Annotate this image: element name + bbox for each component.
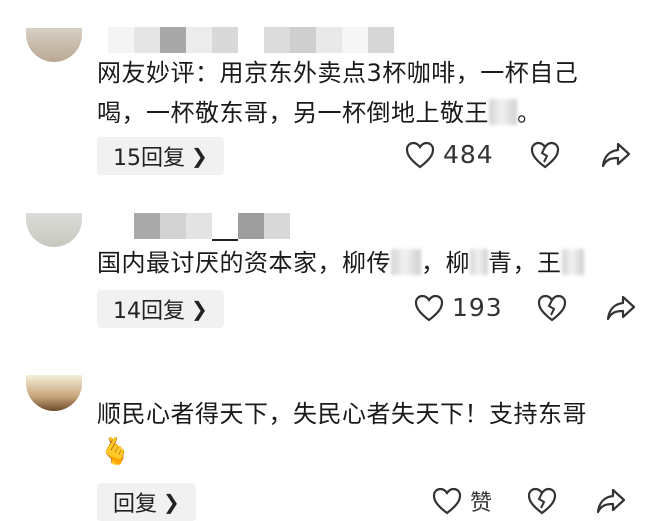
share-button[interactable] [605, 294, 637, 322]
comment-text-part: 青，王 [488, 249, 562, 277]
share-arrow-icon [606, 295, 635, 320]
comment-item: 顺民心者得天下，失民心者失天下！支持东哥 🫰 回复 ❯ 赞 [0, 355, 660, 521]
dislike-button[interactable] [527, 487, 557, 515]
reply-button[interactable]: 14回复 ❯ [97, 290, 224, 328]
share-button[interactable] [595, 487, 627, 515]
like-button[interactable]: 484 [405, 140, 494, 169]
comment-text-part: 顺民心者得天下，失民心者失天下！支持东哥 [97, 400, 587, 428]
share-button[interactable] [600, 141, 632, 169]
dislike-button[interactable] [530, 141, 560, 169]
reply-label: 15回复 [113, 146, 185, 171]
chevron-right-icon: ❯ [191, 297, 208, 321]
comment-text-part: 国内最讨厌的资本家，柳传 [97, 249, 391, 277]
heart-outline-icon [432, 487, 462, 515]
broken-heart-icon [530, 141, 559, 168]
avatar[interactable] [26, 375, 82, 411]
like-count: 193 [452, 293, 503, 322]
reply-label: 14回复 [113, 299, 185, 324]
redaction-blur [470, 249, 488, 275]
comment-text: 国内最讨厌的资本家，柳传 ，柳 青，王 [97, 243, 637, 283]
like-count: 赞 [470, 491, 494, 516]
like-button[interactable]: 赞 [432, 485, 493, 517]
finger-heart-emoji: 🫰 [99, 437, 132, 467]
redaction-blur [489, 99, 517, 125]
redaction-blur [561, 249, 584, 275]
comment-text: 网友妙评：用京东外卖点3杯咖啡，一杯自己 喝，一杯敬东哥，另一杯倒地上敬王。 [97, 53, 637, 133]
comment-actions: 赞 [432, 485, 627, 517]
comment-text-part: ，柳 [421, 249, 470, 277]
reply-button[interactable]: 15回复 ❯ [97, 137, 224, 175]
comment-item: 网友妙评：用京东外卖点3杯咖啡，一杯自己 喝，一杯敬东哥，另一杯倒地上敬王。 1… [0, 0, 660, 185]
reply-button[interactable]: 回复 ❯ [97, 483, 196, 521]
reply-label: 回复 [113, 492, 158, 517]
comment-text-part: 喝，一杯敬东哥，另一杯倒地上敬王 [97, 99, 489, 127]
comment-text-part: 。 [517, 99, 542, 127]
redaction-blur [391, 249, 421, 275]
share-arrow-icon [596, 488, 626, 514]
avatar[interactable] [26, 28, 82, 62]
dislike-button[interactable] [537, 294, 567, 322]
chevron-right-icon: ❯ [163, 490, 180, 514]
avatar[interactable] [26, 213, 82, 247]
like-button[interactable]: 193 [414, 293, 503, 322]
broken-heart-icon [537, 294, 566, 321]
comment-text-part: 网友妙评：用京东外卖点3杯咖啡，一杯自己 [97, 59, 579, 87]
heart-outline-icon [414, 294, 444, 321]
chevron-right-icon: ❯ [191, 144, 208, 168]
like-count: 484 [443, 140, 494, 169]
comment-actions: 193 [414, 293, 637, 322]
username-redacted [108, 213, 290, 241]
comment-actions: 484 [405, 140, 632, 169]
broken-heart-icon [527, 487, 557, 515]
username-redacted [108, 27, 394, 53]
comment-text: 顺民心者得天下，失民心者失天下！支持东哥 [97, 394, 637, 434]
heart-outline-icon [405, 141, 435, 168]
share-arrow-icon [601, 142, 630, 167]
comment-item: 国内最讨厌的资本家，柳传 ，柳 青，王 14回复 ❯ 193 [0, 185, 660, 355]
